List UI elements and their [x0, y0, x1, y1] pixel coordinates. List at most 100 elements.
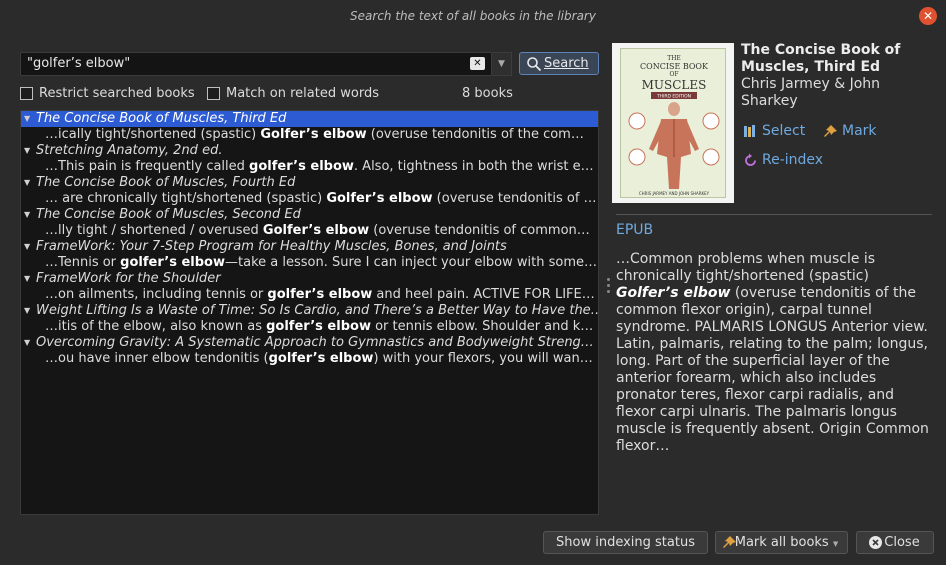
expand-arrow-icon[interactable]: ▼ — [24, 335, 30, 351]
snippet-highlight: Golfer’s elbow — [260, 127, 367, 142]
result-snippet-row[interactable]: …ou have inner elbow tendonitis (golfer’… — [21, 351, 598, 367]
snippet-text: …This pain is frequently called — [45, 159, 250, 174]
result-book-row[interactable]: ▼ Weight Lifting Is a Waste of Time: So I… — [21, 303, 598, 319]
preview-text-rest: (overuse tendonitis of the common flexor… — [616, 285, 929, 454]
result-book-row[interactable]: ▼ Overcoming Gravity: A Systematic Approa… — [21, 335, 598, 351]
show-status-label: Show indexing status — [556, 535, 695, 550]
result-snippet-row[interactable]: …ically tight/shortened (spastic) Golfer… — [21, 127, 598, 143]
cover-line4: MUSCLES — [642, 78, 707, 92]
search-history-dropdown[interactable]: ▼ — [492, 52, 512, 76]
snippet-text-rest: (overuse tendonitis of common… — [369, 223, 590, 238]
expand-arrow-icon[interactable]: ▼ — [24, 271, 30, 287]
cover-line2: CONCISE BOOK — [640, 62, 709, 71]
snippet-text: …ou have inner elbow tendonitis ( — [45, 351, 269, 366]
expand-arrow-icon[interactable]: ▼ — [24, 143, 30, 159]
snippet-text-rest: . Also, tightness in both the wrist e… — [353, 159, 594, 174]
result-snippet-row[interactable]: …itis of the elbow, also known as golfer… — [21, 319, 598, 335]
expand-arrow-icon[interactable]: ▼ — [24, 207, 30, 223]
result-book-row[interactable]: ▼ FrameWork for the Shoulder — [21, 271, 598, 287]
cover-line1: THE — [667, 55, 681, 62]
mark-book-link[interactable]: Mark — [823, 123, 877, 140]
restrict-books-checkbox[interactable]: Restrict searched books — [20, 86, 195, 102]
library-books-icon — [744, 125, 755, 137]
window-close-icon[interactable]: ✕ — [919, 7, 937, 25]
expand-arrow-icon[interactable]: ▼ — [24, 303, 30, 319]
reindex-label: Re-index — [762, 152, 824, 168]
result-book-row[interactable]: ▼ The Concise Book of Muscles, Fourth Ed — [21, 175, 598, 191]
result-book-title: Weight Lifting Is a Waste of Time: So Is… — [36, 303, 598, 318]
snippet-highlight: golfer’s elbow — [267, 287, 373, 302]
result-snippet-row[interactable]: …on ailments, including tennis or golfer… — [21, 287, 598, 303]
mark-all-label: Mark all books — [734, 535, 829, 550]
close-icon — [869, 536, 882, 549]
refresh-icon — [745, 153, 756, 166]
result-book-row[interactable]: ▼ The Concise Book of Muscles, Third Ed — [21, 111, 598, 127]
mark-all-books-button[interactable]: Mark all books ▼ — [715, 531, 848, 554]
expand-arrow-icon[interactable]: ▼ — [24, 111, 30, 127]
close-label: Close — [884, 535, 920, 550]
mark-label: Mark — [842, 123, 877, 139]
search-button-label: Search — [544, 56, 589, 71]
snippet-highlight: Golfer’s elbow — [262, 223, 370, 238]
window-title: Search the text of all books in the libr… — [350, 9, 596, 23]
close-button[interactable]: Close — [856, 531, 934, 554]
show-indexing-status-button[interactable]: Show indexing status — [543, 531, 708, 554]
result-book-title: The Concise Book of Muscles, Second Ed — [36, 207, 301, 222]
book-authors: Chris Jarmey & John Sharkey — [741, 76, 881, 109]
snippet-text: …lly tight / shortened / overused — [45, 223, 263, 238]
preview-text: …Common problems when muscle is chronica… — [616, 251, 876, 284]
snippet-text-rest: ) with your flexors, you will wan… — [373, 351, 593, 366]
reindex-link[interactable]: Re-index — [743, 152, 823, 169]
result-book-title: FrameWork: Your 7-Step Program for Healt… — [36, 239, 507, 254]
result-book-row[interactable]: ▼ Stretching Anatomy, 2nd ed. — [21, 143, 598, 159]
search-icon — [527, 57, 542, 72]
result-book-title: The Concise Book of Muscles, Fourth Ed — [36, 175, 296, 190]
book-title: The Concise Book of Muscles, Third Ed — [741, 42, 901, 75]
title-bar: Search the text of all books in the libr… — [0, 0, 946, 32]
cover-authors: CHRIS JARMEY AND JOHN SHARKEY — [639, 191, 710, 196]
snippet-highlight: golfer’s elbow — [268, 351, 374, 366]
snippet-text: …on ailments, including tennis or — [45, 287, 268, 302]
results-tree[interactable]: ▼ The Concise Book of Muscles, Third Ed …i… — [20, 110, 599, 515]
restrict-books-label: Restrict searched books — [39, 86, 195, 101]
search-input[interactable]: "golfer’s elbow" — [20, 52, 492, 76]
result-snippet-row[interactable]: …Tennis or golfer’s elbow—take a lesson.… — [21, 255, 598, 271]
snippet-text: …Tennis or — [45, 255, 121, 270]
select-book-link[interactable]: Select — [743, 123, 805, 140]
snippet-highlight: golfer’s elbow — [249, 159, 354, 174]
expand-arrow-icon[interactable]: ▼ — [24, 175, 30, 191]
expand-arrow-icon[interactable]: ▼ — [24, 239, 30, 255]
snippet-highlight: golfer’s elbow — [120, 255, 226, 270]
checkbox-box — [207, 87, 220, 100]
splitter-handle[interactable] — [607, 278, 611, 300]
snippet-highlight: Golfer’s elbow — [326, 191, 433, 206]
match-related-checkbox[interactable]: Match on related words — [207, 86, 379, 102]
cover-art: THE CONCISE BOOK OF MUSCLES THIRD EDITIO… — [628, 55, 720, 196]
text-preview: …Common problems when muscle is chronica… — [616, 251, 934, 455]
clear-input-icon[interactable]: ✕ — [470, 57, 485, 70]
result-book-row[interactable]: ▼ FrameWork: Your 7-Step Program for Heal… — [21, 239, 598, 255]
checkbox-box — [20, 87, 33, 100]
result-snippet-row[interactable]: … are chronically tight/shortened (spast… — [21, 191, 598, 207]
result-book-title: FrameWork for the Shoulder — [36, 271, 221, 286]
snippet-highlight: golfer’s elbow — [266, 319, 371, 334]
book-count: 8 books — [462, 86, 513, 101]
result-snippet-row[interactable]: …This pain is frequently called golfer’s… — [21, 159, 598, 175]
result-book-title: Stretching Anatomy, 2nd ed. — [36, 143, 223, 158]
chevron-down-icon: ▼ — [832, 540, 839, 548]
cover-line3: OF — [669, 71, 678, 78]
format-link[interactable]: EPUB — [616, 222, 653, 238]
preview-highlight: Golfer’s elbow — [616, 285, 731, 301]
snippet-text: …ically tight/shortened (spastic) — [45, 127, 261, 142]
pin-icon — [824, 125, 837, 137]
match-related-label: Match on related words — [226, 86, 379, 101]
snippet-text: …itis of the elbow, also known as — [45, 319, 267, 334]
pin-icon — [723, 536, 736, 548]
cover-edition: THIRD EDITION — [656, 94, 691, 100]
snippet-text: … are chronically tight/shortened (spast… — [45, 191, 327, 206]
search-button[interactable]: Search — [519, 52, 599, 75]
result-book-row[interactable]: ▼ The Concise Book of Muscles, Second Ed — [21, 207, 598, 223]
result-snippet-row[interactable]: …lly tight / shortened / overused Golfer… — [21, 223, 598, 239]
select-label: Select — [762, 123, 806, 139]
snippet-text-rest: or tennis elbow. Shoulder and k… — [370, 319, 594, 334]
